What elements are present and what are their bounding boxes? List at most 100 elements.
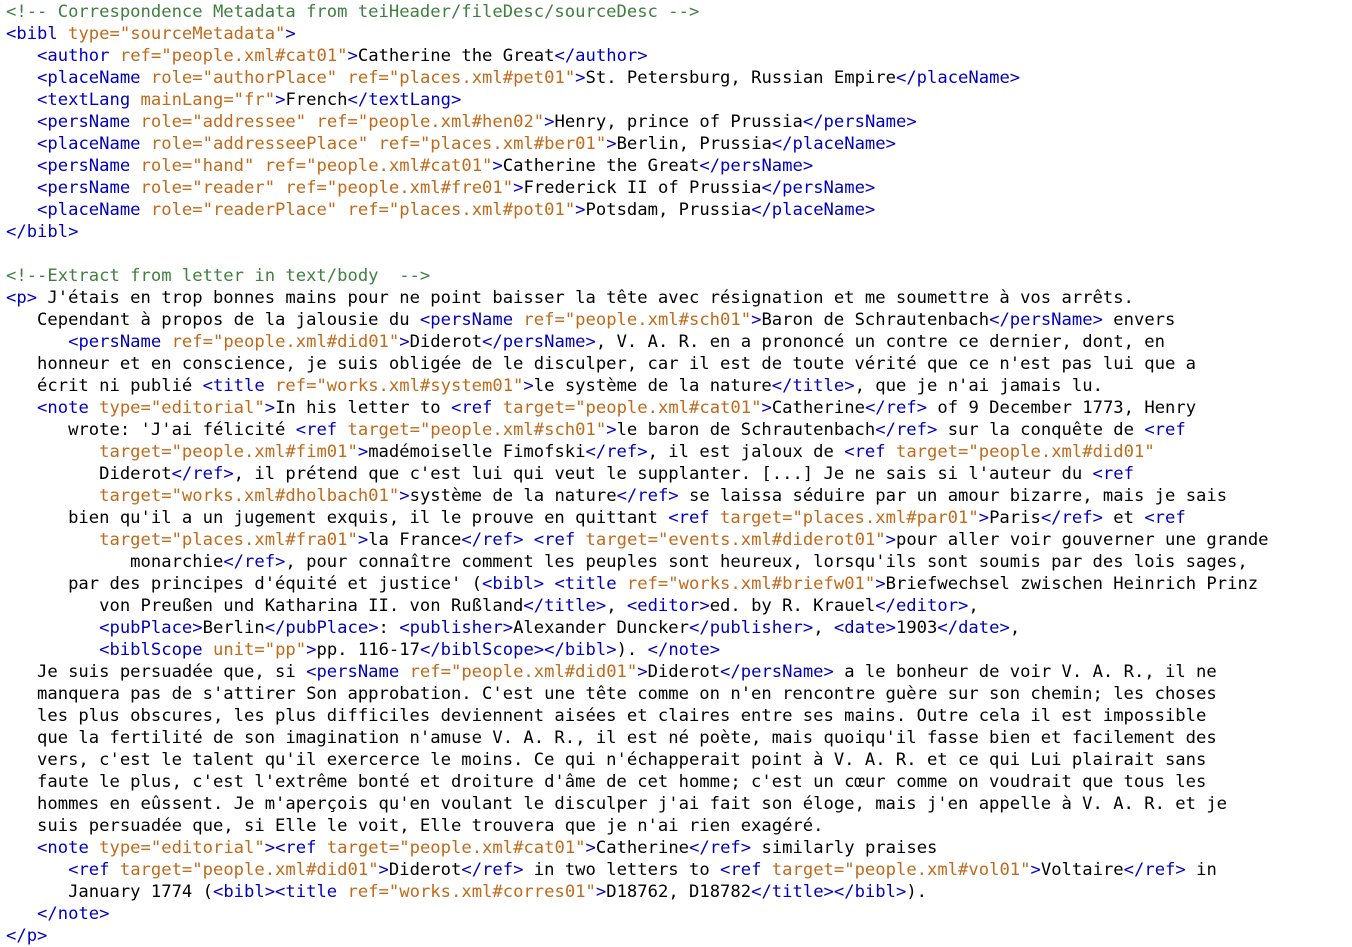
xml-attribute-name: target= [585, 530, 658, 550]
xml-attribute-name: role= [140, 178, 193, 198]
code-line: manquera pas de s'attirer Son approbatio… [6, 683, 1352, 705]
xml-tag: <editor> [626, 596, 710, 616]
text-content [6, 618, 99, 638]
xml-tag: </publisher> [689, 618, 814, 638]
code-line: <persName role="hand" ref="people.xml#ca… [6, 155, 1352, 177]
text-content: monarchie [6, 552, 224, 572]
xml-tag: > [523, 376, 534, 396]
code-line: <!-- Correspondence Metadata from teiHea… [6, 1, 1352, 23]
xml-tag: </title> [771, 376, 855, 396]
code-line: <note type="editorial"><ref target="peop… [6, 837, 1352, 859]
xml-tag: </ref> [171, 464, 234, 484]
xml-tag: </persName> [699, 156, 814, 176]
xml-attribute-name: target= [119, 860, 193, 880]
text-content: sur la conquête de [937, 420, 1145, 440]
xml-tag: </ref> [223, 552, 286, 572]
text-content [6, 442, 99, 462]
xml-tag: <ref [533, 530, 586, 550]
code-line: <placeName role="addresseePlace" ref="pl… [6, 133, 1352, 155]
text-content [6, 134, 37, 154]
xml-tag: <ref [720, 860, 772, 880]
xml-tag: </ref> [1123, 860, 1186, 880]
xml-tag: </ref> [461, 860, 524, 880]
xml-tag: <placeName [37, 68, 151, 88]
text-content: Berlin, Prussia [616, 134, 772, 154]
xml-attribute-value: "people.xml#did01" [192, 860, 379, 880]
text-content: , [813, 618, 834, 638]
xml-tag: <title [554, 574, 627, 594]
text-content: , V. A. R. en a prononcé un contre ce de… [595, 332, 1166, 352]
xml-tag: </persName> [720, 662, 834, 682]
xml-tag: </ref> [864, 398, 928, 418]
code-line: monarchie</ref>, pour connaître comment … [6, 551, 1352, 573]
text-content: le système de la nature [533, 376, 772, 396]
text-content: par des principes d'équité et justice' ( [6, 574, 482, 594]
xml-tag: <date> [833, 618, 896, 638]
xml-tag: </persName> [989, 310, 1103, 330]
text-content: D18762, D18782 [606, 882, 752, 902]
code-line: <note type="editorial">In his letter to … [6, 397, 1352, 419]
text-content: système de la nature [409, 486, 617, 506]
text-content: ). [616, 640, 648, 660]
xml-tag: </ref> [875, 420, 938, 440]
code-line: <persName role="addressee" ref="people.x… [6, 111, 1352, 133]
text-content: a le bonheur de voir V. A. R., il ne [833, 662, 1217, 682]
text-content [6, 640, 99, 660]
xml-tag: <bibl> [482, 574, 545, 594]
xml-tag: > [575, 200, 586, 220]
text-content: : [378, 618, 400, 638]
xml-tag: > [761, 398, 772, 418]
xml-attribute-value: "people.xml#cat01" [399, 838, 586, 858]
text-content: envers [1102, 310, 1176, 330]
text-content: Voltaire [1040, 860, 1124, 880]
code-line: January 1774 (<bibl><title ref="works.xm… [6, 881, 1352, 903]
xml-attribute-name: role= [150, 134, 203, 154]
xml-attribute-name: ref= [316, 112, 358, 132]
xml-tag: <persName [419, 310, 524, 330]
xml-tag: <persName [306, 662, 410, 682]
xml-attribute-name: type= [68, 24, 120, 44]
xml-attribute-value: "places.xml#ber01" [419, 134, 607, 154]
xml-tag: </placeName> [771, 134, 896, 154]
xml-tag: <persName [37, 156, 141, 176]
text-content: madémoiselle Fimofski [368, 442, 586, 462]
code-line: que la fertilité de son imagination n'am… [6, 727, 1352, 749]
code-line: Diderot</ref>, il prétend que c'est lui … [6, 463, 1352, 485]
xml-attribute-name: target= [895, 442, 969, 462]
text-content: suis persuadée que, si Elle le voit, Ell… [6, 816, 824, 836]
code-line: <bibl type="sourceMetadata"> [6, 23, 1352, 45]
xml-tag: <ref [295, 420, 348, 440]
xml-tag: <title [202, 376, 276, 396]
xml-tag: <bibl [6, 24, 69, 44]
xml-tag: </p> [6, 926, 48, 946]
text-content: French [285, 90, 348, 110]
xml-tag: </ref> [689, 838, 752, 858]
text-content [6, 68, 37, 88]
xml-tag: </bibl> [6, 222, 79, 242]
code-line: <!--Extract from letter in text/body --> [6, 265, 1352, 287]
xml-attribute-value: "people.xml#did01" [968, 442, 1155, 462]
xml-tag: <persName [68, 332, 172, 352]
text-content: , il est jaloux de [647, 442, 845, 462]
text-content: ed. by R. Krauel [709, 596, 876, 616]
xml-tag: <author [37, 46, 120, 66]
text-content: bien qu'il a un jugement exquis, il le p… [6, 508, 669, 528]
text-content [6, 156, 37, 176]
text-content: pour aller voir gouverner une grande [896, 530, 1269, 550]
code-line: <pubPlace>Berlin</pubPlace>: <publisher>… [6, 617, 1352, 639]
code-line: <persName role="reader" ref="people.xml#… [6, 177, 1352, 199]
code-line: wrote: 'J'ai félicité <ref target="peopl… [6, 419, 1352, 441]
text-content: , il prétend que c'est lui qui veut le s… [233, 464, 1093, 484]
xml-attribute-name: target= [771, 860, 845, 880]
text-content: Catherine [595, 838, 690, 858]
xml-tag: </ref> [461, 530, 524, 550]
xml-attribute-value: "events.xml#diderot01" [657, 530, 886, 550]
code-line: écrit ni publié <title ref="works.xml#sy… [6, 375, 1352, 397]
xml-attribute-name: target= [326, 838, 400, 858]
code-line: par des principes d'équité et justice' (… [6, 573, 1352, 595]
text-content: faute le plus, c'est l'extrême bonté et … [6, 772, 1207, 792]
xml-attribute-name: target= [99, 486, 172, 506]
xml-tag: > [637, 662, 648, 682]
text-content: Briefwechsel zwischen Heinrich Prinz [885, 574, 1259, 594]
text-content: of 9 December 1773, Henry [927, 398, 1197, 418]
